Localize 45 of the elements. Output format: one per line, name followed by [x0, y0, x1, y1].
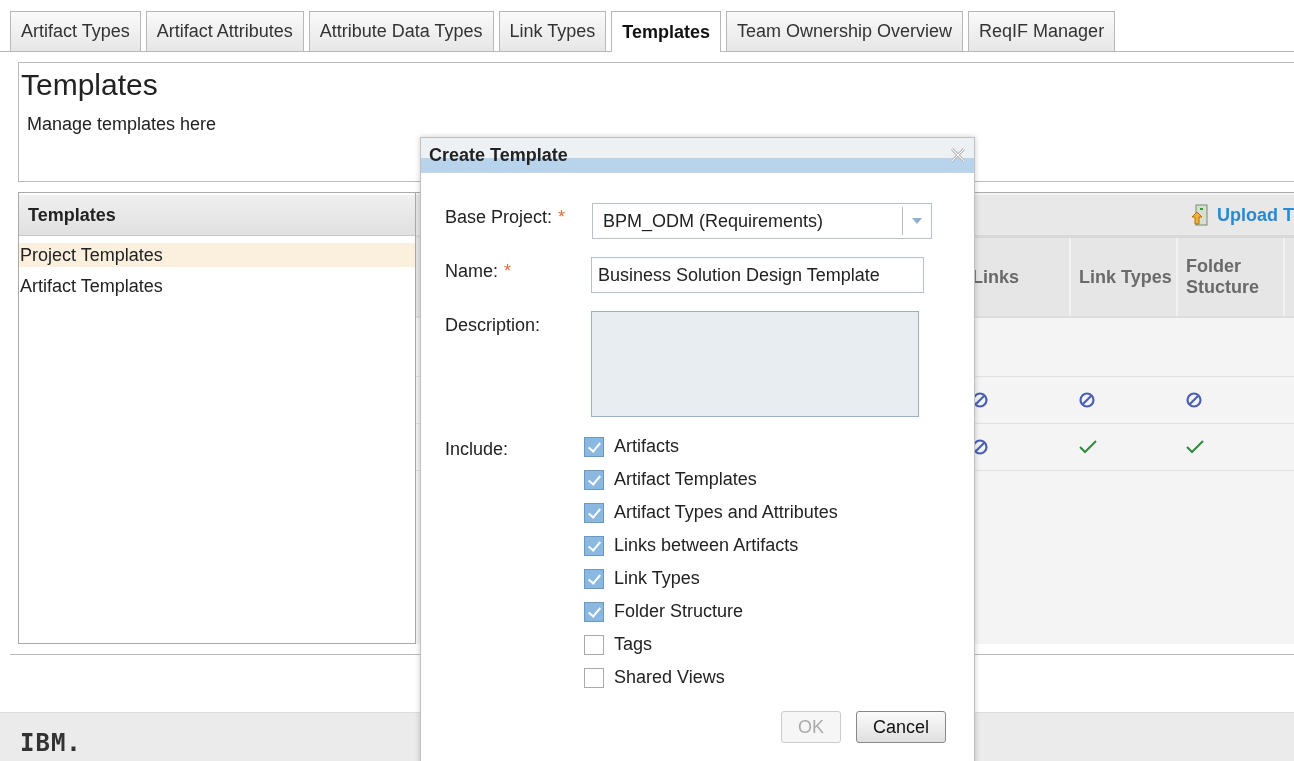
field-label: Base Project: — [445, 207, 553, 228]
description-input[interactable] — [591, 311, 919, 417]
checkbox[interactable] — [584, 601, 605, 622]
base-project-dropdown[interactable]: BPM_ODM (Requirements) — [592, 203, 932, 239]
required-marker: * — [558, 207, 566, 228]
column-header: Folder Stucture — [1176, 238, 1283, 316]
sidebar-title: Templates — [19, 195, 415, 236]
checkbox[interactable] — [584, 634, 605, 655]
dialog-title: Create Template — [429, 144, 568, 166]
checkbox-label: Tags — [614, 634, 653, 655]
tab[interactable]: Templates — [611, 11, 721, 52]
sidebar-item[interactable]: Project Templates — [19, 243, 415, 267]
name-input[interactable]: Business Solution Design Template — [591, 257, 924, 293]
checkbox[interactable] — [584, 667, 605, 688]
field-label: Include: — [445, 439, 509, 460]
checkbox-label: Artifact Templates — [614, 469, 757, 490]
tab[interactable]: ReqIF Manager — [968, 11, 1116, 51]
checkbox-label: Links between Artifacts — [614, 535, 799, 556]
dialog-button[interactable]: Cancel — [855, 711, 946, 743]
checkbox[interactable] — [584, 469, 605, 490]
checkbox-label: Artifacts — [614, 436, 680, 457]
tab[interactable]: Attribute Data Types — [308, 11, 494, 51]
checkbox[interactable] — [584, 502, 605, 523]
required-marker: * — [504, 261, 512, 282]
column-header: Link Types — [1069, 238, 1176, 316]
checkbox[interactable] — [584, 436, 605, 457]
page-title: Templates — [21, 68, 159, 102]
dropdown-arrow-icon — [912, 218, 922, 224]
upload-icon — [1191, 204, 1209, 226]
close-icon[interactable] — [950, 147, 966, 163]
checkbox[interactable] — [584, 535, 605, 556]
tab[interactable]: Artifact Types — [10, 11, 141, 51]
checkbox-label: Link Types — [614, 568, 700, 589]
field-label: Description: — [445, 315, 541, 336]
checkbox-label: Folder Structure — [614, 601, 744, 622]
checkbox[interactable] — [584, 568, 605, 589]
field-label: Name: — [445, 261, 498, 282]
sidebar-item[interactable]: Artifact Templates — [19, 274, 415, 298]
tab[interactable]: Artifact Attributes — [145, 11, 304, 51]
tab[interactable]: Link Types — [498, 11, 607, 51]
checkbox-label: Artifact Types and Attributes — [614, 502, 838, 523]
checkbox-label: Shared Views — [614, 667, 725, 688]
logo: IBM. — [20, 729, 82, 757]
page-subtitle: Manage templates here — [27, 114, 218, 135]
tab[interactable]: Team Ownership Overview — [726, 11, 964, 51]
